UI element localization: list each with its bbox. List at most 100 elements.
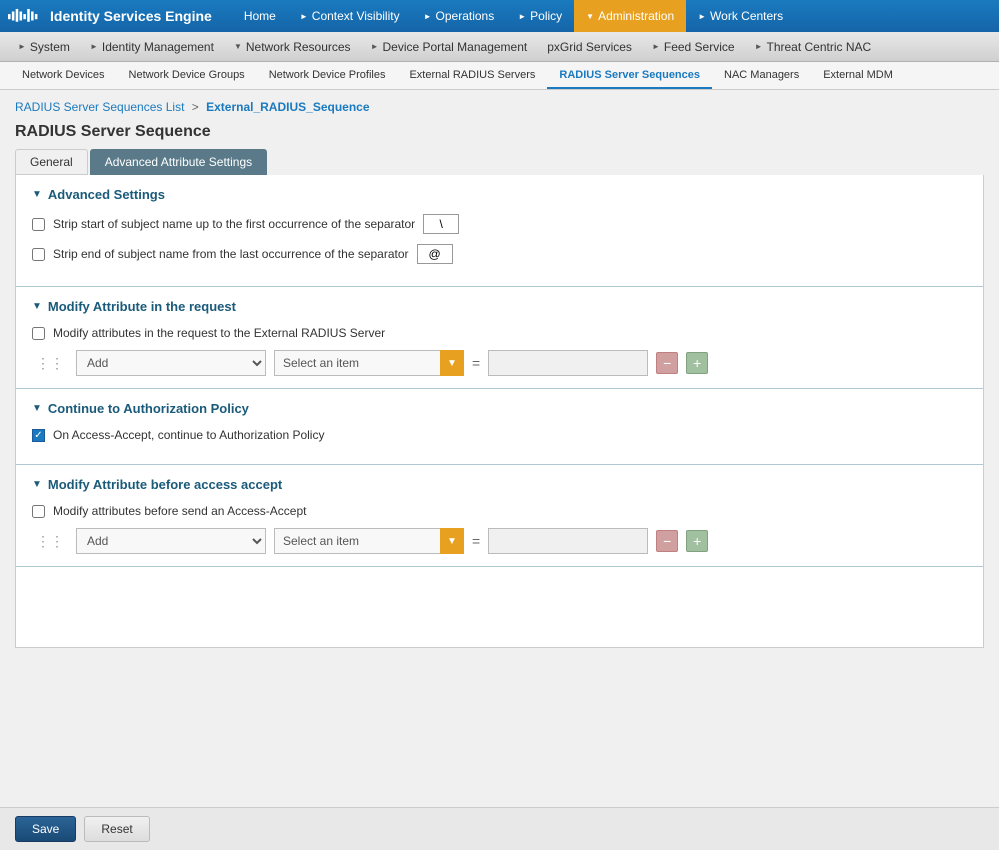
modify-before-accept-add-row: ⋮⋮ Add Select an item ▼ = − + — [32, 528, 967, 554]
nav-feed-service[interactable]: ► Feed Service — [642, 32, 745, 62]
modify-request-minus-button[interactable]: − — [656, 352, 678, 374]
modify-before-accept-checkbox-row: Modify attributes before send an Access-… — [32, 504, 967, 518]
strip-end-input[interactable] — [417, 244, 453, 264]
modify-request-select-wrapper: Select an item ▼ — [274, 350, 464, 376]
tab-radius-server-sequences[interactable]: RADIUS Server Sequences — [547, 63, 712, 89]
nav-cv-arrow: ► — [300, 12, 308, 21]
app-title: Identity Services Engine — [50, 8, 212, 24]
nav-ops-label: Operations — [436, 9, 495, 23]
tab-network-devices[interactable]: Network Devices — [10, 63, 117, 89]
bottom-bar: Save Reset — [0, 807, 999, 850]
modify-request-add-row: ⋮⋮ Add Select an item ▼ = − + — [32, 350, 967, 376]
nav-network-resources[interactable]: ▼ Network Resources — [224, 32, 361, 62]
nav-admin-label: Administration — [598, 9, 674, 23]
nav-administration[interactable]: ▼ Administration — [574, 0, 686, 32]
nav-home[interactable]: Home — [232, 0, 288, 32]
strip-start-label: Strip start of subject name up to the fi… — [53, 217, 415, 231]
modify-before-accept-title: Modify Attribute before access accept — [48, 477, 282, 492]
nav-wc-arrow: ► — [698, 12, 706, 21]
continue-policy-label: On Access-Accept, continue to Authorizat… — [53, 428, 324, 442]
advanced-settings-collapse-icon: ▼ — [32, 189, 42, 200]
continue-policy-title: Continue to Authorization Policy — [48, 401, 249, 416]
nav-threat-arrow: ► — [755, 42, 763, 51]
nav-device-portal[interactable]: ► Device Portal Management — [361, 32, 538, 62]
main-content-panel: ▼ Advanced Settings Strip start of subje… — [15, 175, 984, 648]
tab-bar: Network Devices Network Device Groups Ne… — [0, 62, 999, 90]
strip-end-row: Strip end of subject name from the last … — [32, 244, 967, 264]
strip-start-checkbox[interactable] — [32, 218, 45, 231]
modify-before-accept-minus-button[interactable]: − — [656, 530, 678, 552]
modify-request-drag-handle: ⋮⋮ — [32, 355, 68, 372]
breadcrumb-separator: > — [192, 100, 199, 114]
advanced-settings-title: Advanced Settings — [48, 187, 165, 202]
modify-request-plus-button[interactable]: + — [686, 352, 708, 374]
nav-home-label: Home — [244, 9, 276, 23]
nav-idmgmt-arrow: ► — [90, 42, 98, 51]
modify-before-accept-checkbox[interactable] — [32, 505, 45, 518]
nav-system[interactable]: ► System — [8, 32, 80, 62]
second-nav-bar: ► System ► Identity Management ▼ Network… — [0, 32, 999, 62]
nav-wc-label: Work Centers — [710, 9, 783, 23]
nav-pxgrid[interactable]: pxGrid Services — [537, 32, 642, 62]
tab-network-device-groups[interactable]: Network Device Groups — [117, 63, 257, 89]
content-area: RADIUS Server Sequences List > External_… — [0, 90, 999, 698]
modify-before-accept-item-select[interactable]: Select an item — [274, 528, 464, 554]
tab-external-mdm[interactable]: External MDM — [811, 63, 905, 89]
breadcrumb-current: External_RADIUS_Sequence — [206, 100, 369, 114]
modify-request-equals: = — [472, 355, 480, 371]
nav-operations[interactable]: ► Operations — [412, 0, 507, 32]
continue-policy-collapse-icon: ▼ — [32, 403, 42, 414]
advanced-settings-header[interactable]: ▼ Advanced Settings — [32, 187, 967, 202]
modify-request-title: Modify Attribute in the request — [48, 299, 236, 314]
nav-pxgrid-label: pxGrid Services — [547, 40, 632, 54]
nav-policy[interactable]: ► Policy — [506, 0, 574, 32]
nav-feed-arrow: ► — [652, 42, 660, 51]
nav-devportal-arrow: ► — [371, 42, 379, 51]
modify-request-item-select[interactable]: Select an item — [274, 350, 464, 376]
nav-devportal-label: Device Portal Management — [382, 40, 527, 54]
modify-before-accept-value-input[interactable] — [488, 528, 648, 554]
modify-request-section: ▼ Modify Attribute in the request Modify… — [16, 287, 983, 389]
modify-before-accept-equals: = — [472, 533, 480, 549]
strip-end-checkbox[interactable] — [32, 248, 45, 261]
nav-ops-arrow: ► — [424, 12, 432, 21]
save-button[interactable]: Save — [15, 816, 76, 842]
nav-threat-centric[interactable]: ► Threat Centric NAC — [745, 32, 882, 62]
sub-tab-general[interactable]: General — [15, 149, 88, 175]
nav-work-centers[interactable]: ► Work Centers — [686, 0, 795, 32]
modify-request-add-select[interactable]: Add — [76, 350, 266, 376]
sub-tab-advanced-attribute-settings[interactable]: Advanced Attribute Settings — [90, 149, 267, 175]
modify-before-accept-collapse-icon: ▼ — [32, 479, 42, 490]
modify-before-accept-add-select[interactable]: Add — [76, 528, 266, 554]
top-nav-bar: Identity Services Engine Home ► Context … — [0, 0, 999, 32]
modify-before-accept-header[interactable]: ▼ Modify Attribute before access accept — [32, 477, 967, 492]
nav-netres-label: Network Resources — [246, 40, 351, 54]
breadcrumb-list-link[interactable]: RADIUS Server Sequences List — [15, 100, 188, 114]
nav-policy-label: Policy — [530, 9, 562, 23]
modify-before-accept-drag-handle: ⋮⋮ — [32, 533, 68, 550]
nav-feed-label: Feed Service — [664, 40, 735, 54]
tab-nac-managers[interactable]: NAC Managers — [712, 63, 811, 89]
strip-start-row: Strip start of subject name up to the fi… — [32, 214, 967, 234]
nav-system-arrow: ► — [18, 42, 26, 51]
nav-netres-arrow: ▼ — [234, 42, 242, 51]
modify-request-checkbox[interactable] — [32, 327, 45, 340]
tab-external-radius-servers[interactable]: External RADIUS Servers — [397, 63, 547, 89]
empty-area — [16, 567, 983, 647]
cisco-logo — [8, 6, 40, 26]
modify-before-accept-label: Modify attributes before send an Access-… — [53, 504, 306, 518]
modify-request-header[interactable]: ▼ Modify Attribute in the request — [32, 299, 967, 314]
continue-policy-header[interactable]: ▼ Continue to Authorization Policy — [32, 401, 967, 416]
modify-request-checkbox-row: Modify attributes in the request to the … — [32, 326, 967, 340]
nav-admin-arrow: ▼ — [586, 12, 594, 21]
strip-start-input[interactable] — [423, 214, 459, 234]
reset-button[interactable]: Reset — [84, 816, 149, 842]
nav-identity-mgmt[interactable]: ► Identity Management — [80, 32, 224, 62]
continue-policy-checkbox[interactable]: ✓ — [32, 429, 45, 442]
nav-context-visibility[interactable]: ► Context Visibility — [288, 0, 412, 32]
modify-request-value-input[interactable] — [488, 350, 648, 376]
breadcrumb: RADIUS Server Sequences List > External_… — [0, 90, 999, 119]
tab-network-device-profiles[interactable]: Network Device Profiles — [257, 63, 398, 89]
modify-before-accept-plus-button[interactable]: + — [686, 530, 708, 552]
continue-policy-checkbox-row: ✓ On Access-Accept, continue to Authoriz… — [32, 428, 967, 442]
